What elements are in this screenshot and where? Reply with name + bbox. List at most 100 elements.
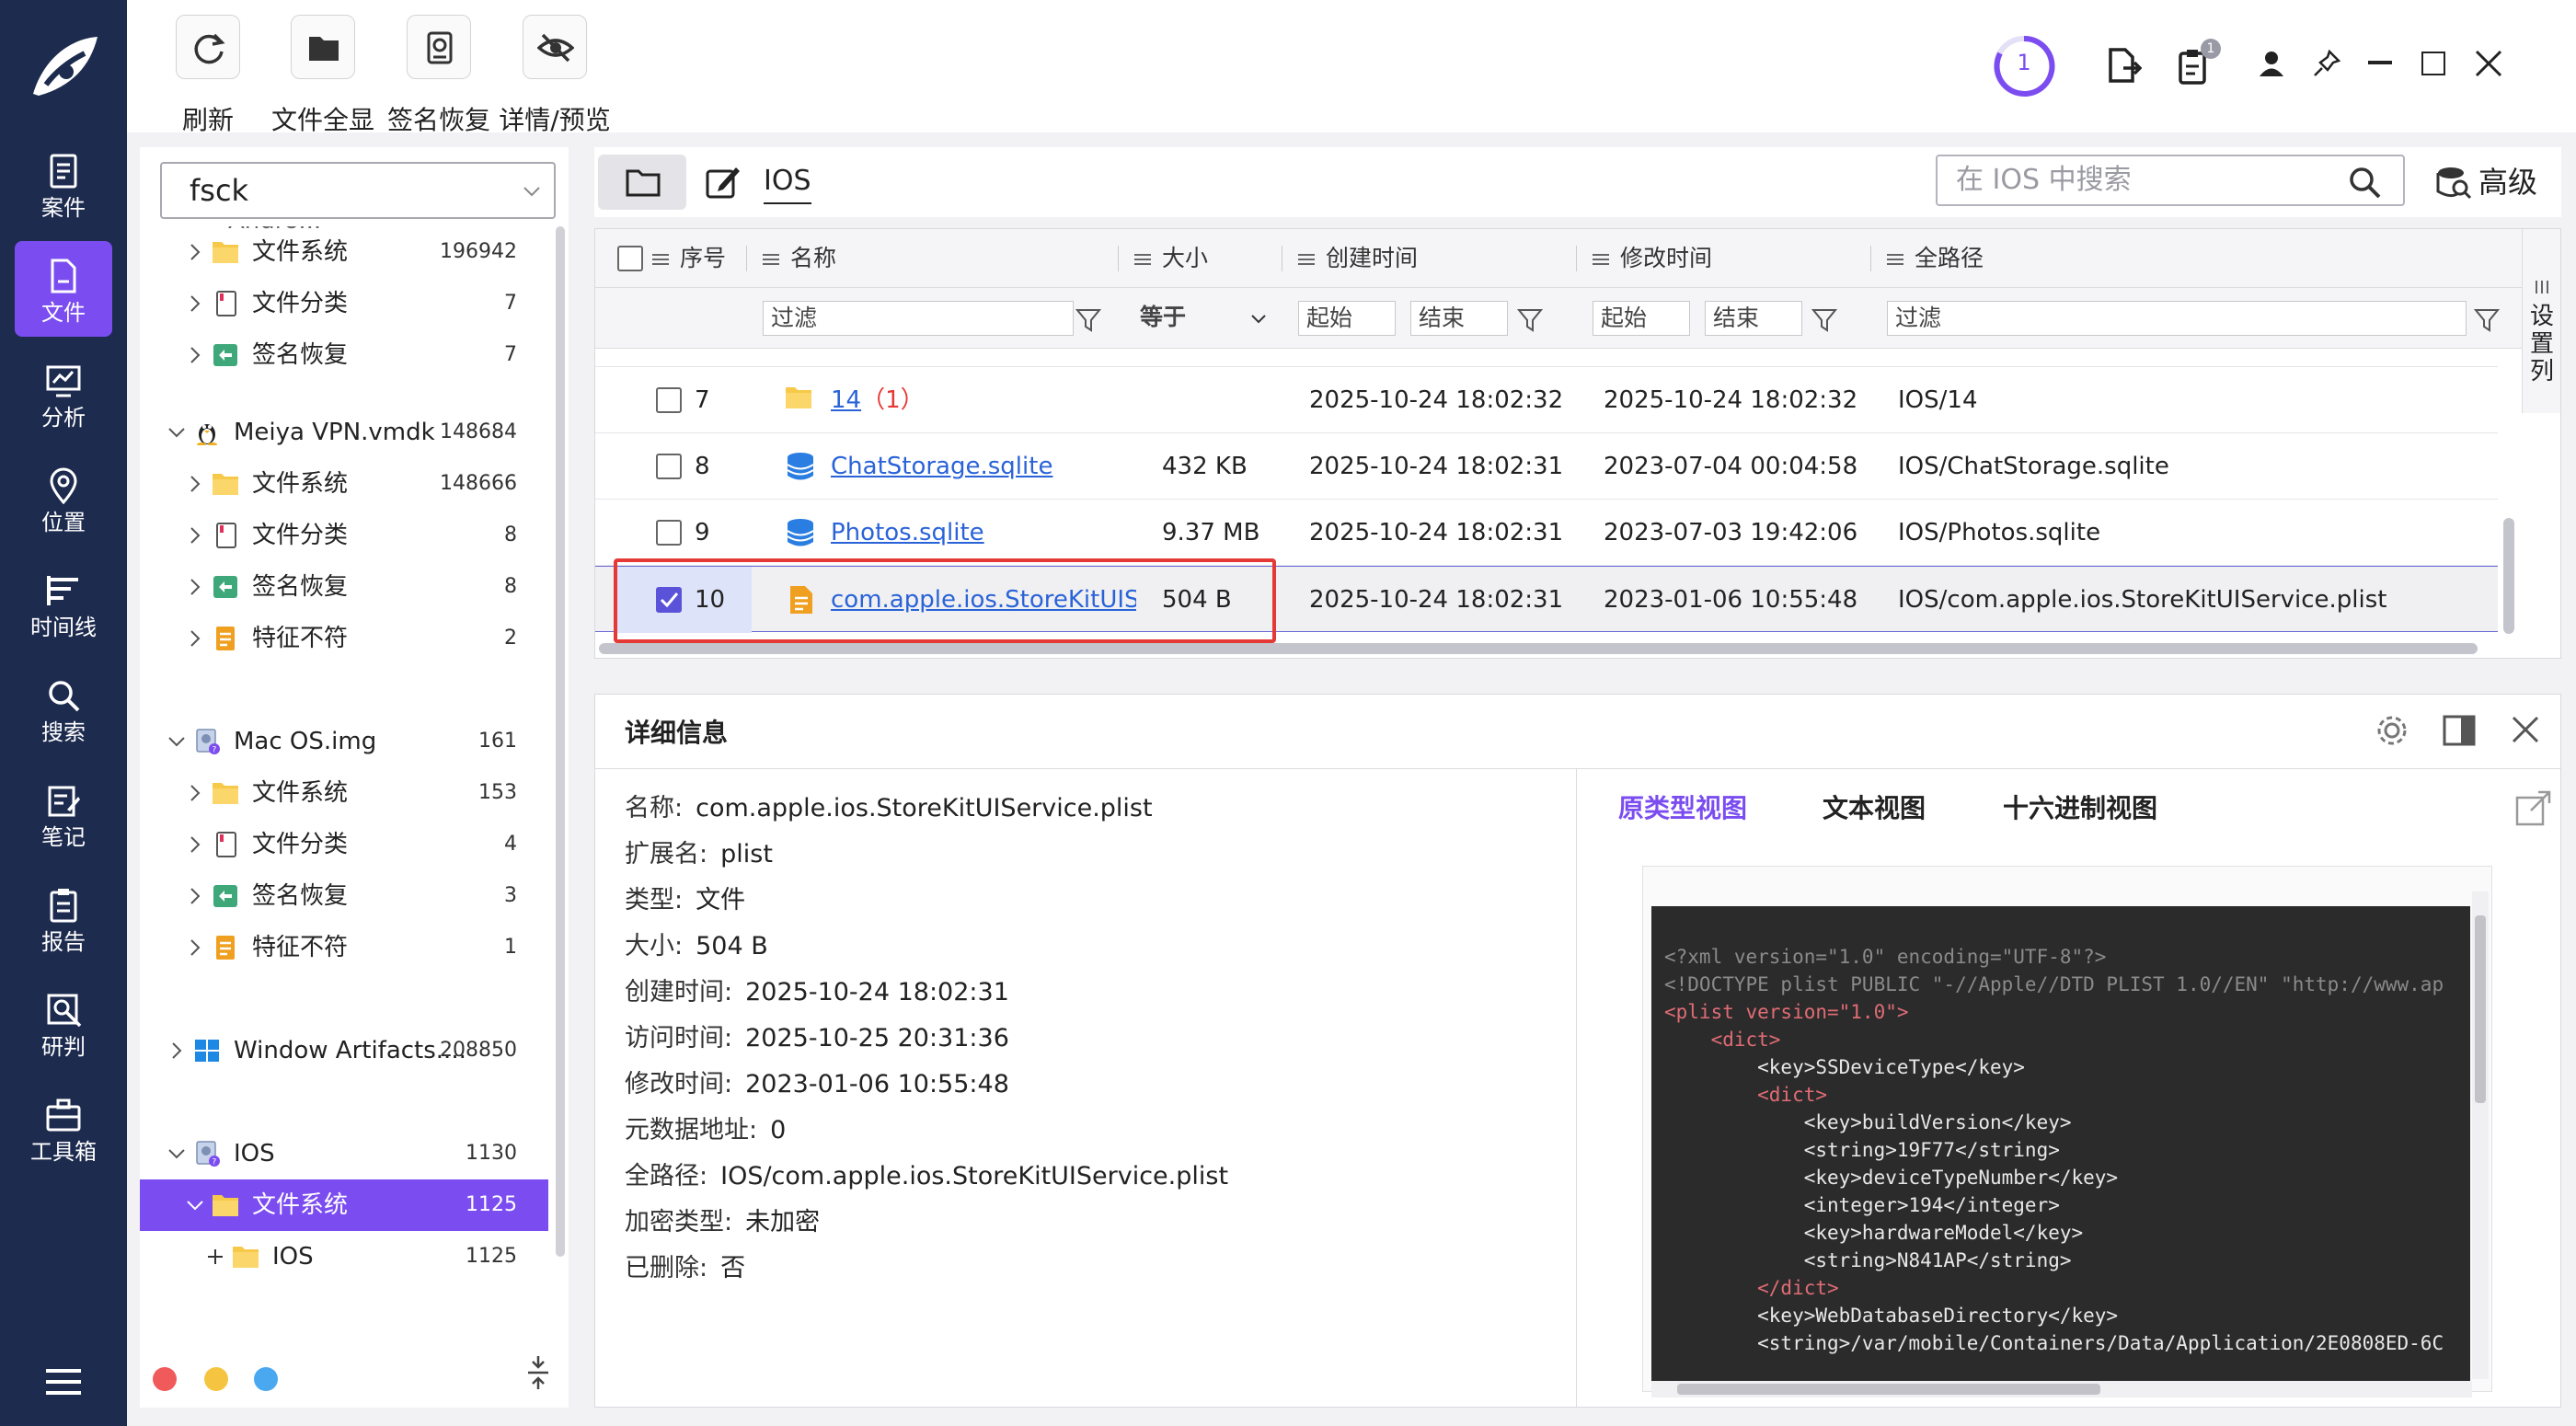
- folder-view-button[interactable]: [598, 155, 686, 210]
- menu-icon[interactable]: [46, 1369, 81, 1395]
- tree-node[interactable]: 文件系统 153: [140, 767, 548, 819]
- rail-item-9[interactable]: 工具箱: [15, 1080, 112, 1176]
- chevron-right-icon[interactable]: [186, 243, 204, 261]
- column-header-created[interactable]: 创建时间: [1298, 229, 1418, 288]
- row-name[interactable]: Photos.sqlite: [831, 500, 1136, 566]
- chevron-right-icon[interactable]: [186, 629, 204, 648]
- column-divider[interactable]: [746, 246, 747, 271]
- tree-node[interactable]: ? IOS 1130: [140, 1128, 548, 1179]
- chevron-down-icon[interactable]: [186, 1196, 204, 1214]
- chevron-right-icon[interactable]: [186, 887, 204, 905]
- chevron-right-icon[interactable]: [186, 784, 204, 802]
- tree-node[interactable]: 文件系统 196942: [140, 226, 548, 278]
- pin-icon[interactable]: [2313, 50, 2340, 77]
- column-header-path[interactable]: 全路径: [1887, 229, 1984, 288]
- tree-node[interactable]: 签名恢复 3: [140, 870, 548, 922]
- advanced-search-button[interactable]: 高级: [2432, 156, 2550, 208]
- search-input[interactable]: 在 IOS 中搜索: [1936, 155, 2405, 206]
- user-icon[interactable]: [2258, 50, 2285, 77]
- modified-start-input[interactable]: 起始: [1593, 301, 1690, 336]
- rail-item-3[interactable]: 位置: [15, 451, 112, 546]
- code-vertical-scrollbar[interactable]: [2472, 891, 2489, 1379]
- close-window-icon[interactable]: [2475, 50, 2502, 77]
- row-name[interactable]: 14（1）: [831, 367, 1136, 433]
- chevron-down-icon[interactable]: [167, 1144, 186, 1163]
- rail-item-6[interactable]: 笔记: [15, 765, 112, 861]
- tree-node[interactable]: ? Mac OS.img 161: [140, 716, 548, 767]
- edit-path-icon[interactable]: [705, 164, 742, 201]
- close-panel-icon[interactable]: [2511, 715, 2540, 744]
- expand-plus-icon[interactable]: [206, 1248, 224, 1266]
- chevron-right-icon[interactable]: [186, 578, 204, 596]
- collapse-all-icon[interactable]: [524, 1354, 552, 1391]
- detail-preview-button[interactable]: 详情/预览: [493, 15, 616, 135]
- tree-node[interactable]: 签名恢复 8: [140, 561, 548, 613]
- filter-funnel-icon[interactable]: [2474, 308, 2500, 332]
- column-header-modified[interactable]: 修改时间: [1593, 229, 1712, 288]
- grid-horizontal-scrollbar[interactable]: [599, 643, 2478, 654]
- table-row[interactable]: 9 Photos.sqlite 9.37 MB 2025-10-24 18:02:31…: [595, 500, 2498, 566]
- name-filter-input[interactable]: 过滤: [763, 301, 1074, 336]
- tree-node[interactable]: 签名恢复 7: [140, 329, 548, 381]
- row-checkbox[interactable]: [656, 520, 682, 546]
- created-start-input[interactable]: 起始: [1298, 301, 1396, 336]
- rail-item-2[interactable]: 分析: [15, 346, 112, 442]
- task-progress-ring[interactable]: 1: [1991, 33, 2057, 99]
- tree-scrollbar[interactable]: [556, 226, 565, 1257]
- chevron-right-icon[interactable]: [167, 1041, 186, 1060]
- created-end-input[interactable]: 结束: [1410, 301, 1508, 336]
- row-name-link[interactable]: ChatStorage.sqlite: [831, 453, 1052, 480]
- rail-item-8[interactable]: 研判: [15, 975, 112, 1071]
- tree-node[interactable]: 特征不符 2: [140, 613, 548, 664]
- path-filter-input[interactable]: 过滤: [1887, 301, 2467, 336]
- settings-gear-icon[interactable]: [2375, 713, 2409, 748]
- row-checkbox[interactable]: [656, 454, 682, 479]
- rail-item-5[interactable]: 搜索: [15, 661, 112, 756]
- export-icon[interactable]: [2103, 46, 2142, 85]
- tree-node[interactable]: 文件系统 148666: [140, 458, 548, 510]
- table-row[interactable]: 8 ChatStorage.sqlite 432 KB 2025-10-24 18:0…: [595, 433, 2498, 500]
- rail-item-1[interactable]: 文件: [15, 241, 112, 337]
- tree-node[interactable]: 文件分类 7: [140, 278, 548, 329]
- select-all-checkbox[interactable]: [617, 246, 643, 271]
- chevron-right-icon[interactable]: [186, 346, 204, 364]
- filter-funnel-icon[interactable]: [1075, 308, 1101, 332]
- minimize-icon[interactable]: [2368, 61, 2392, 64]
- show-all-files-button[interactable]: 文件全显: [263, 15, 383, 135]
- grid-vertical-scrollbar[interactable]: [2503, 518, 2514, 634]
- rail-item-7[interactable]: 报告: [15, 870, 112, 966]
- code-horizontal-scrollbar[interactable]: [1651, 1381, 2472, 1397]
- filter-funnel-icon[interactable]: [1811, 308, 1837, 332]
- row-name-link[interactable]: Photos.sqlite: [831, 519, 984, 546]
- rail-item-0[interactable]: 案件: [15, 136, 112, 232]
- row-name[interactable]: ChatStorage.sqlite: [831, 433, 1136, 500]
- rail-item-4[interactable]: 时间线: [15, 556, 112, 651]
- chevron-right-icon[interactable]: [186, 835, 204, 854]
- maximize-icon[interactable]: [2421, 52, 2445, 75]
- chevron-right-icon[interactable]: [186, 294, 204, 313]
- chevron-down-icon[interactable]: [167, 732, 186, 751]
- row-checkbox[interactable]: [656, 387, 682, 413]
- table-row[interactable]: 7 14（1） 2025-10-24 18:02:32 2025-10-24 18:0…: [595, 367, 2498, 433]
- tree-node[interactable]: 文件系统 1125: [140, 1179, 548, 1231]
- column-header-index[interactable]: 序号: [652, 229, 726, 288]
- breadcrumb-ios[interactable]: IOS: [764, 160, 811, 204]
- tree-node[interactable]: 特征不符 1: [140, 922, 548, 973]
- tree-node[interactable]: IOS 1125: [140, 1231, 548, 1282]
- modified-end-input[interactable]: 结束: [1705, 301, 1802, 336]
- column-header-size[interactable]: 大小: [1134, 229, 1208, 288]
- size-operator-select[interactable]: 等于: [1133, 301, 1276, 336]
- column-divider[interactable]: [1118, 246, 1119, 271]
- chevron-right-icon[interactable]: [186, 526, 204, 545]
- tree-node[interactable]: 文件分类 4: [140, 819, 548, 870]
- tree-node[interactable]: Meiya VPN.vmdk 148684: [140, 407, 548, 458]
- tree-node[interactable]: 文件分类 8: [140, 510, 548, 561]
- signature-recovery-button[interactable]: 签名恢复: [379, 15, 499, 135]
- column-settings-tab[interactable]: 设置列: [2522, 229, 2560, 413]
- filter-funnel-icon[interactable]: [1517, 308, 1543, 332]
- tree-node[interactable]: Window Artifacts.... 208850: [140, 1025, 548, 1076]
- chevron-right-icon[interactable]: [186, 938, 204, 957]
- column-divider[interactable]: [1576, 246, 1577, 271]
- refresh-button[interactable]: 刷新: [164, 15, 252, 135]
- clipboard-task-icon[interactable]: 1: [2175, 39, 2221, 85]
